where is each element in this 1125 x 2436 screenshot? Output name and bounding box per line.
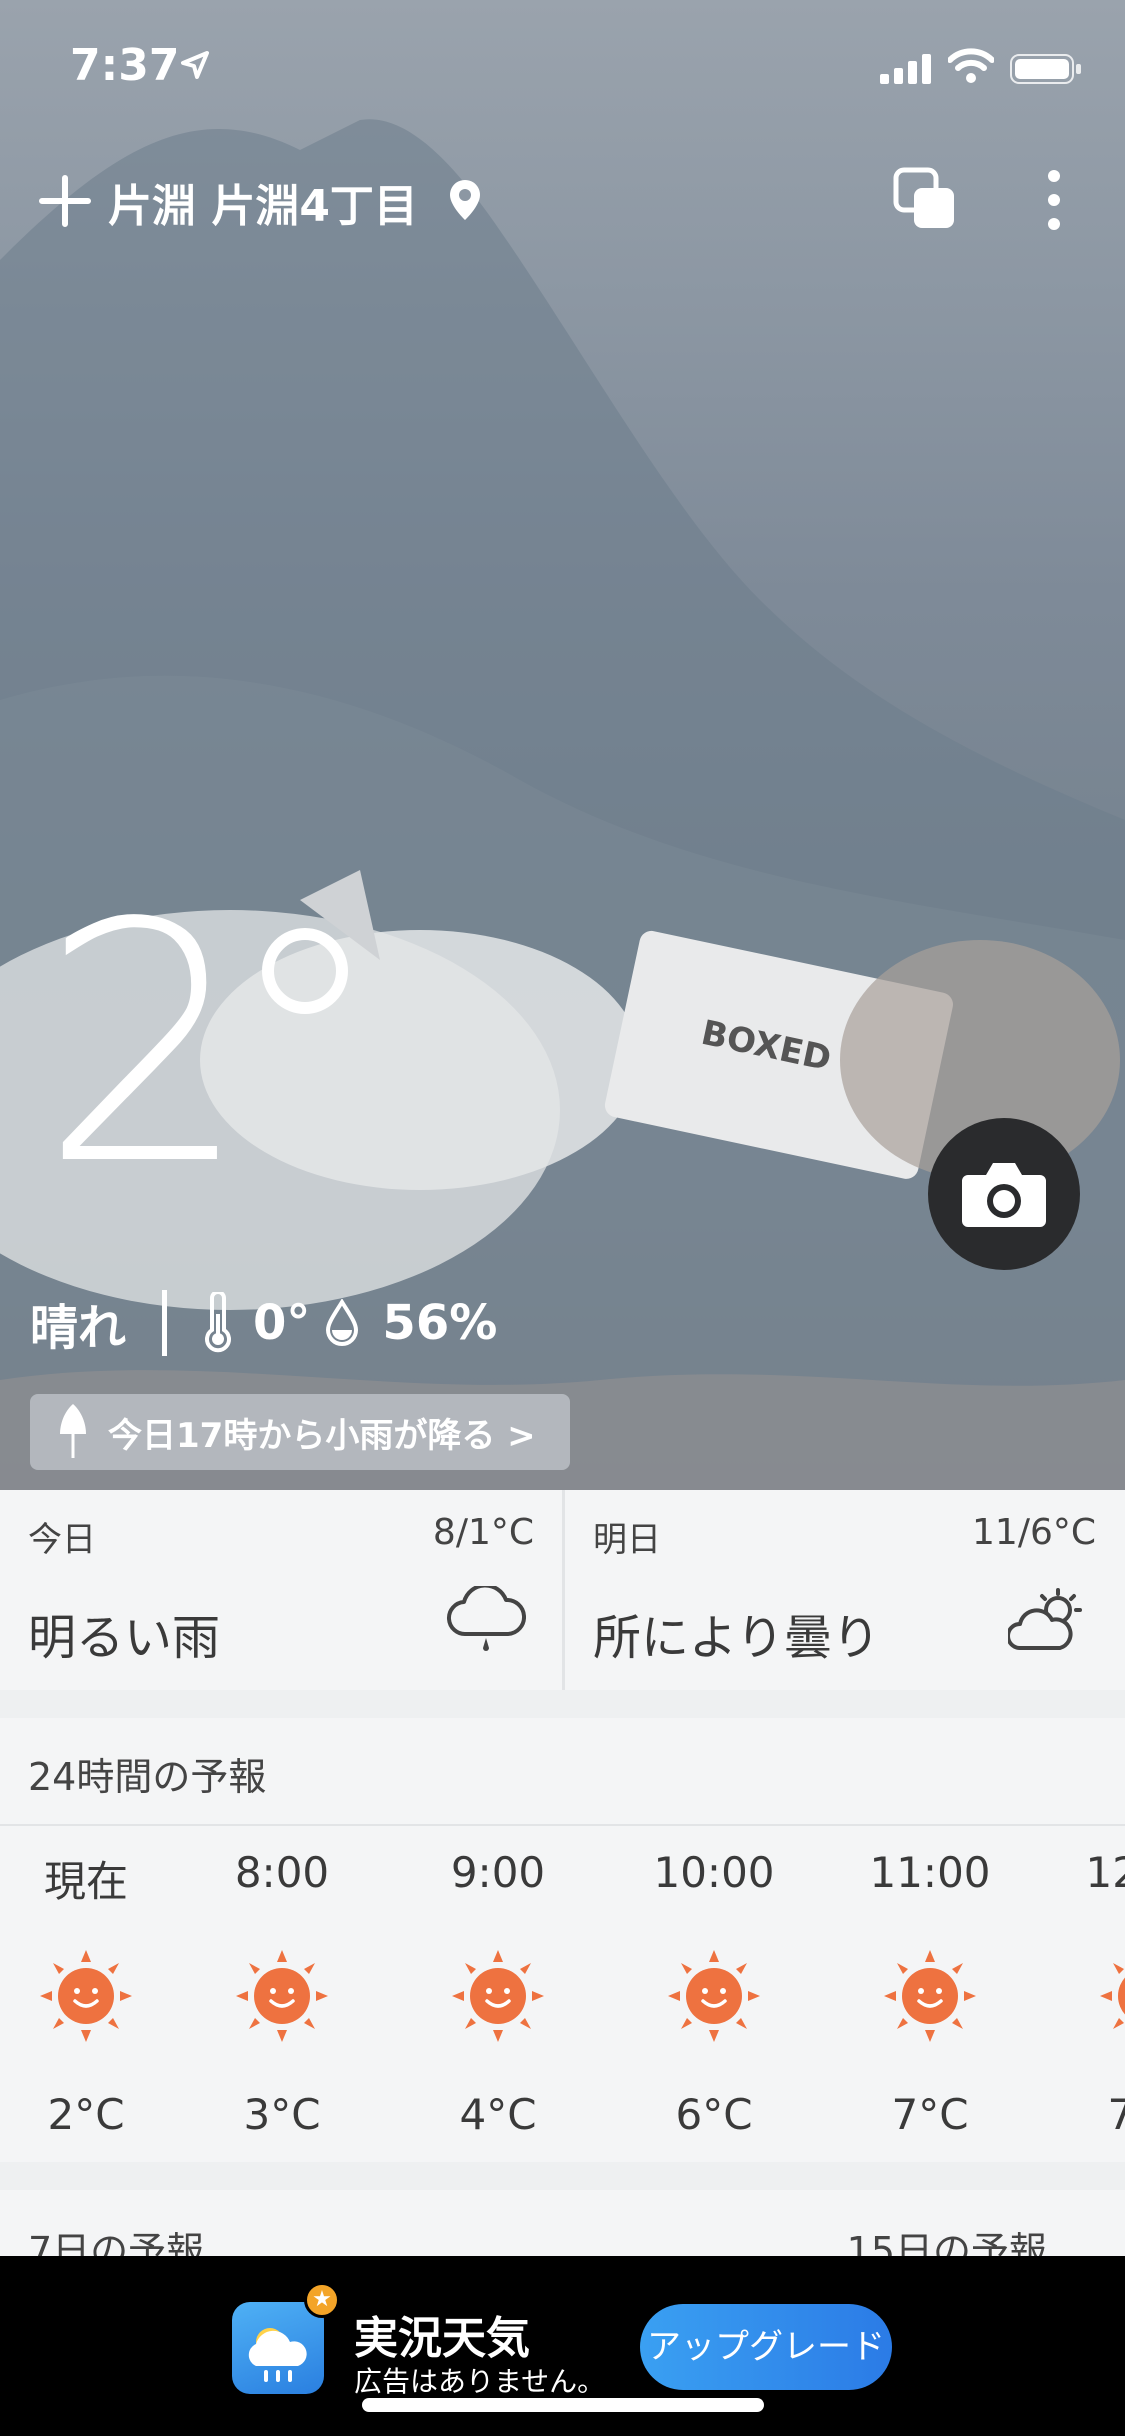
camera-icon <box>962 1163 1046 1227</box>
divider <box>162 1290 168 1356</box>
battery-icon <box>1010 54 1081 84</box>
camera-button[interactable] <box>928 1118 1080 1270</box>
hour-item[interactable]: 9:00 4°C <box>418 1848 578 2139</box>
tomorrow-label: 明日 <box>593 1520 661 1560</box>
tomorrow-condition: 所により曇り <box>593 1610 881 1666</box>
weather-app-icon <box>248 2328 307 2382</box>
hour-item[interactable]: 8:00 3°C <box>202 1848 362 2139</box>
tomorrow-card[interactable]: 明日 11/6°C 所により曇り <box>562 1490 1124 1690</box>
hour-temp: 2°C <box>47 2090 125 2139</box>
hourly-forecast: 24時間の予報 現在 2°C 8:00 3°C 9:00 4°C 10:00 6… <box>0 1718 1125 2162</box>
condition-text: 晴れ <box>30 1300 127 1356</box>
wifi-icon <box>948 48 994 83</box>
hour-time: 現在 <box>43 1857 128 1906</box>
today-range: 8/1°C <box>432 1512 534 1553</box>
hour-time: 10:00 <box>653 1848 775 1897</box>
status-time: 7:37 <box>70 40 180 91</box>
humidity-value: 56% <box>382 1295 498 1351</box>
home-indicator[interactable] <box>362 2398 764 2412</box>
hour-time: 8:00 <box>234 1848 330 1897</box>
app-icon <box>232 2302 324 2394</box>
hour-temp: 7°C <box>891 2090 969 2139</box>
hour-temp: 3°C <box>243 2090 321 2139</box>
status-bar: 7:37 <box>0 0 1125 140</box>
layers-icon[interactable] <box>892 166 960 234</box>
low-temperature: 0° <box>253 1295 311 1351</box>
sun-icon <box>884 1950 976 2042</box>
rain-cloud-icon <box>447 1586 526 1651</box>
ad-banner[interactable]: ★ 実況天気 広告はありません。 アップグレード <box>0 2256 1125 2436</box>
location-arrow-icon <box>181 51 209 79</box>
top-navigation: 片淵 片淵4丁目 <box>0 160 1125 240</box>
degree-symbol <box>262 928 348 1014</box>
hour-temp: 7°C <box>1107 2090 1125 2139</box>
ad-subtitle: 広告はありません。 <box>354 2365 606 2398</box>
partly-cloudy-icon <box>1008 1588 1082 1650</box>
today-card[interactable]: 今日 8/1°C 明るい雨 <box>0 1490 562 1690</box>
today-condition: 明るい雨 <box>28 1610 221 1666</box>
hero-background: BOXED 7:37 片淵 片淵4丁目 2 晴れ 0° 56% 今日17時から小… <box>0 0 1125 1490</box>
hour-time: 11:00 <box>869 1848 991 1897</box>
star-badge-icon: ★ <box>304 2282 340 2318</box>
ad-title: 実況天気 <box>354 2313 530 2364</box>
cellular-signal-icon <box>880 54 931 84</box>
add-location-icon[interactable] <box>38 174 92 228</box>
today-label: 今日 <box>28 1520 96 1560</box>
rain-alert-banner[interactable]: 今日17時から小雨が降る > <box>30 1394 570 1470</box>
current-temperature: 2 <box>40 853 250 1237</box>
hour-item[interactable]: 現在 2°C <box>6 1848 166 2139</box>
divider <box>0 1824 1125 1826</box>
hour-item[interactable]: 12:00 7°C <box>1080 1848 1125 2139</box>
sun-icon <box>236 1950 328 2042</box>
upgrade-button[interactable]: アップグレード <box>640 2304 892 2390</box>
hour-time: 9:00 <box>450 1848 546 1897</box>
sun-icon <box>40 1950 132 2042</box>
sun-icon <box>1100 1963 1125 2029</box>
thermometer-icon <box>205 1292 232 1353</box>
more-options-icon[interactable] <box>1042 168 1066 232</box>
map-pin-icon <box>450 180 480 220</box>
hour-item[interactable]: 11:00 7°C <box>850 1848 1010 2139</box>
hour-time: 12:00 <box>1085 1848 1125 1897</box>
location-name[interactable]: 片淵 片淵4丁目 <box>108 170 418 234</box>
hour-temp: 4°C <box>459 2090 537 2139</box>
humidity-drop-icon <box>326 1299 359 1346</box>
umbrella-icon <box>60 1404 86 1458</box>
rain-alert-text: 今日17時から小雨が降る > <box>108 1415 536 1456</box>
hour-temp: 6°C <box>675 2090 753 2139</box>
daily-summary: 今日 8/1°C 明るい雨 明日 11/6°C 所により曇り <box>0 1490 1125 1690</box>
sun-icon <box>668 1950 760 2042</box>
hour-item[interactable]: 10:00 6°C <box>634 1848 794 2139</box>
hour-item-clip: 12:00 7°C <box>1080 1718 1125 2162</box>
tomorrow-range: 11/6°C <box>972 1512 1096 1553</box>
sun-icon <box>452 1950 544 2042</box>
hourly-title: 24時間の予報 <box>28 1755 267 1799</box>
current-conditions: 晴れ 0° 56% <box>30 1288 497 1358</box>
